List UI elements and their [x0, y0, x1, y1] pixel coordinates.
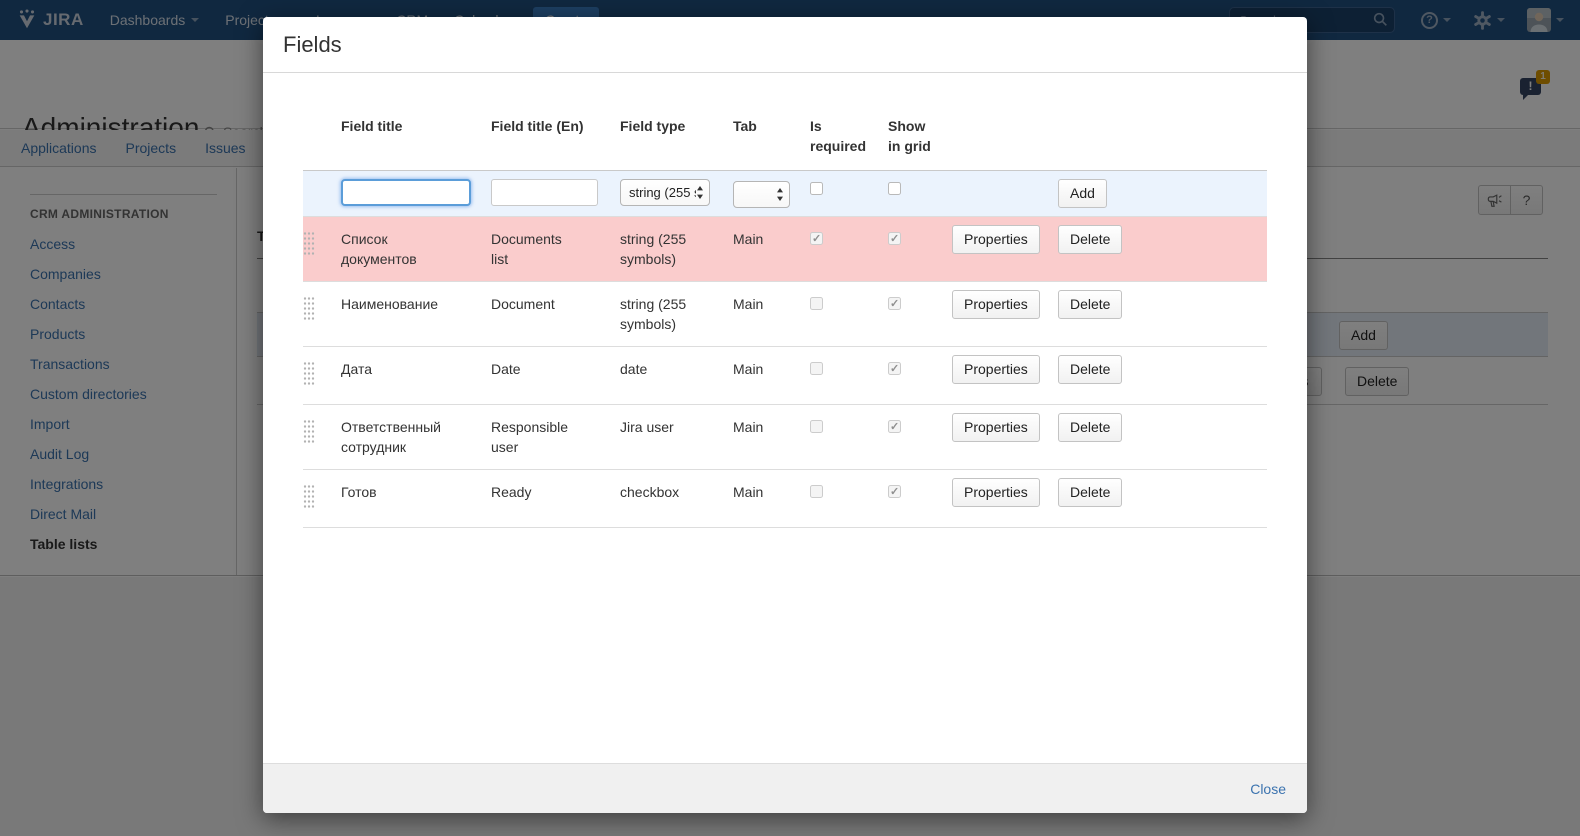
is-required-checkbox[interactable]	[810, 232, 823, 245]
select-arrows-icon	[696, 185, 704, 200]
drag-handle-icon[interactable]	[303, 361, 315, 387]
show-in-grid-checkbox[interactable]	[888, 485, 901, 498]
select-arrows-icon	[776, 187, 784, 202]
field-row: Наименование Document string (255 symbol…	[303, 282, 1267, 347]
column-header-actions2	[1048, 116, 1267, 171]
show-in-grid-checkbox[interactable]	[888, 297, 901, 310]
properties-button[interactable]: Properties	[952, 290, 1040, 319]
fields-table-body: string (255 symbols)	[303, 171, 1267, 528]
new-field-show-in-grid-checkbox[interactable]	[888, 182, 901, 195]
field-title-en-cell: Responsible user	[491, 405, 620, 470]
column-header-show-in-grid: Show in grid	[888, 116, 952, 171]
screen: JIRA Dashboards Projects Issues CRM Cale…	[0, 0, 1580, 836]
new-field-is-required-checkbox[interactable]	[810, 182, 823, 195]
column-header-is-required: Is required	[810, 116, 888, 171]
new-field-type-value: string (255 symbols)	[629, 183, 696, 203]
field-title-en-cell: Date	[491, 347, 620, 405]
field-tab-cell: Main	[733, 405, 810, 470]
is-required-checkbox[interactable]	[810, 362, 823, 375]
field-tab-cell: Main	[733, 282, 810, 347]
delete-button[interactable]: Delete	[1058, 478, 1122, 507]
add-field-button[interactable]: Add	[1058, 179, 1107, 208]
fields-table: Field title Field title (En) Field type …	[303, 116, 1267, 528]
column-header-field-title-en: Field title (En)	[491, 116, 620, 171]
dialog-header: Fields	[263, 17, 1307, 73]
properties-button[interactable]: Properties	[952, 225, 1040, 254]
new-field-type-select[interactable]: string (255 symbols)	[620, 179, 710, 206]
column-header-field-title: Field title	[341, 116, 491, 171]
field-title-en-cell: Ready	[491, 470, 620, 528]
field-row: Список документов Documents list string …	[303, 217, 1267, 282]
show-in-grid-checkbox[interactable]	[888, 420, 901, 433]
field-type-cell: date	[620, 347, 733, 405]
drag-handle-icon[interactable]	[303, 296, 315, 322]
field-row: Ответственный сотрудник Responsible user…	[303, 405, 1267, 470]
is-required-checkbox[interactable]	[810, 297, 823, 310]
field-tab-cell: Main	[733, 470, 810, 528]
field-type-cell: Jira user	[620, 405, 733, 470]
column-header-handle	[303, 116, 341, 171]
field-tab-cell: Main	[733, 347, 810, 405]
column-header-actions	[952, 116, 1048, 171]
properties-button[interactable]: Properties	[952, 355, 1040, 384]
show-in-grid-checkbox[interactable]	[888, 362, 901, 375]
is-required-checkbox[interactable]	[810, 420, 823, 433]
field-tab-cell: Main	[733, 217, 810, 282]
new-field-title-en-input[interactable]	[491, 179, 598, 206]
field-title-cell: Список документов	[341, 217, 491, 282]
field-title-cell: Ответственный сотрудник	[341, 405, 491, 470]
field-title-cell: Дата	[341, 347, 491, 405]
dialog-body: Field title Field title (En) Field type …	[263, 74, 1307, 763]
drag-handle-icon[interactable]	[303, 231, 315, 257]
delete-button[interactable]: Delete	[1058, 290, 1122, 319]
field-title-en-cell: Documents list	[491, 217, 620, 282]
fields-dialog: Fields Field title Field title (En) Fiel…	[263, 17, 1307, 813]
column-header-field-type: Field type	[620, 116, 733, 171]
delete-button[interactable]: Delete	[1058, 225, 1122, 254]
field-row: Дата Date date Main Properties Delete	[303, 347, 1267, 405]
dialog-footer: Close	[263, 763, 1307, 813]
field-title-cell: Готов	[341, 470, 491, 528]
delete-button[interactable]: Delete	[1058, 413, 1122, 442]
new-field-title-input[interactable]	[341, 179, 471, 206]
field-type-cell: checkbox	[620, 470, 733, 528]
field-type-cell: string (255 symbols)	[620, 217, 733, 282]
field-title-cell: Наименование	[341, 282, 491, 347]
dialog-title: Fields	[283, 32, 342, 58]
properties-button[interactable]: Properties	[952, 413, 1040, 442]
add-field-row: string (255 symbols)	[303, 171, 1267, 217]
new-field-tab-select[interactable]	[733, 181, 790, 208]
properties-button[interactable]: Properties	[952, 478, 1040, 507]
field-type-cell: string (255 symbols)	[620, 282, 733, 347]
drag-handle-icon[interactable]	[303, 419, 315, 445]
show-in-grid-checkbox[interactable]	[888, 232, 901, 245]
delete-button[interactable]: Delete	[1058, 355, 1122, 384]
fields-table-header-row: Field title Field title (En) Field type …	[303, 116, 1267, 171]
field-title-en-cell: Document	[491, 282, 620, 347]
is-required-checkbox[interactable]	[810, 485, 823, 498]
drag-handle-icon[interactable]	[303, 484, 315, 510]
column-header-tab: Tab	[733, 116, 810, 171]
field-row: Готов Ready checkbox Main Properties Del…	[303, 470, 1267, 528]
close-dialog-link[interactable]: Close	[1250, 781, 1286, 797]
